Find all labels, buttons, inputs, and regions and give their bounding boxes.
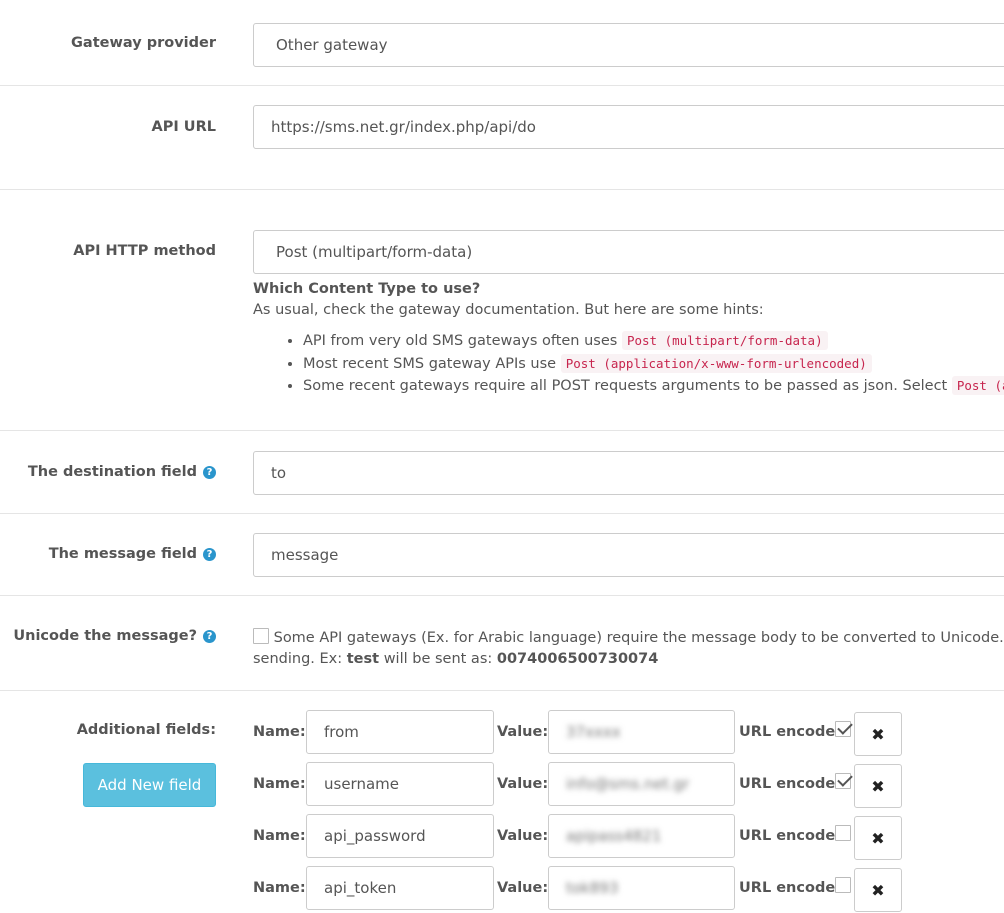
api-method-label: API HTTP method — [73, 243, 216, 259]
field-value-text: tok893 — [566, 879, 619, 897]
field-name-input[interactable]: from — [306, 710, 494, 754]
url-encode-checkbox[interactable] — [835, 825, 851, 841]
field-name-input[interactable]: username — [306, 762, 494, 806]
api-url-label: API URL — [151, 119, 216, 135]
gateway-provider-row: Gateway provider Other gateway — [0, 0, 1004, 86]
message-field-row: The message field ? message — [0, 514, 1004, 596]
url-encode-checkbox[interactable] — [835, 877, 851, 893]
hint-code: Post (appl — [951, 376, 1004, 395]
help-icon[interactable]: ? — [203, 547, 216, 561]
unicode-label: Unicode the message? ? — [13, 628, 216, 644]
close-icon: ✖ — [871, 880, 885, 900]
field-value-text: 37xxxx — [566, 723, 621, 741]
delete-field-button[interactable]: ✖ — [854, 712, 902, 756]
gateway-provider-label: Gateway provider — [71, 35, 216, 51]
value-label: Value: — [497, 724, 549, 740]
name-label: Name: — [253, 828, 306, 844]
value-label: Value: — [497, 880, 549, 896]
url-encode-label: URL encode: — [739, 880, 841, 896]
close-icon: ✖ — [871, 776, 885, 796]
message-field-input[interactable]: message — [253, 533, 1004, 577]
close-icon: ✖ — [871, 828, 885, 848]
field-value-text: apipass4821 — [566, 827, 662, 845]
content-type-hints: API from very old SMS gateways often use… — [285, 331, 1004, 401]
destination-field-input[interactable]: to — [253, 451, 1004, 495]
delete-field-button[interactable]: ✖ — [854, 764, 902, 808]
api-url-row: API URL https://sms.net.gr/index.php/api… — [0, 86, 1004, 190]
delete-field-button[interactable]: ✖ — [854, 816, 902, 860]
additional-field-row: Name: username Value: info@sms.net.gr URL en… — [253, 762, 1004, 808]
url-encode-checkbox[interactable] — [835, 721, 851, 737]
hint-item: API from very old SMS gateways often use… — [303, 331, 1004, 356]
unicode-description: Some API gateways (Ex. for Arabic langua… — [253, 628, 1004, 667]
help-icon[interactable]: ? — [203, 465, 216, 479]
field-value-input[interactable]: apipass4821 — [548, 814, 735, 858]
url-encode-label: URL encode: — [739, 828, 841, 844]
hint-item: Most recent SMS gateway APIs use Post (a… — [303, 353, 1004, 379]
hint-code: Post (application/x-www-form-urlencoded) — [560, 353, 872, 373]
gateway-provider-select[interactable]: Other gateway — [253, 23, 1004, 67]
api-method-select[interactable]: Post (multipart/form-data) — [253, 230, 1004, 274]
unicode-checkbox[interactable] — [253, 628, 269, 644]
field-value-text: info@sms.net.gr — [566, 775, 690, 793]
name-label: Name: — [253, 880, 306, 896]
value-label: Value: — [497, 828, 549, 844]
additional-field-row: Name: api_token Value: tok893 URL encode: ✖ — [253, 866, 1004, 912]
delete-field-button[interactable]: ✖ — [854, 868, 902, 912]
name-label: Name: — [253, 724, 306, 740]
field-name-input[interactable]: api_token — [306, 866, 494, 910]
additional-field-row: Name: from Value: 37xxxx URL encode: ✖ — [253, 710, 1004, 756]
url-encode-label: URL encode: — [739, 776, 841, 792]
message-field-label: The message field ? — [49, 546, 216, 562]
content-type-hint-text: As usual, check the gateway documentatio… — [253, 302, 764, 318]
hint-code: Post (multipart/form-data) — [621, 331, 828, 350]
field-value-input[interactable]: 37xxxx — [548, 710, 735, 754]
close-icon: ✖ — [871, 724, 885, 744]
help-icon[interactable]: ? — [203, 629, 216, 643]
destination-field-label: The destination field ? — [28, 464, 216, 480]
hint-item: Some recent gateways require all POST re… — [303, 376, 1004, 401]
name-label: Name: — [253, 776, 306, 792]
field-value-input[interactable]: info@sms.net.gr — [548, 762, 735, 806]
field-value-input[interactable]: tok893 — [548, 866, 735, 910]
content-type-hint-title: Which Content Type to use? — [253, 281, 481, 297]
url-encode-label: URL encode: — [739, 724, 841, 740]
field-name-input[interactable]: api_password — [306, 814, 494, 858]
value-label: Value: — [497, 776, 549, 792]
destination-field-row: The destination field ? to — [0, 431, 1004, 514]
additional-field-row: Name: api_password Value: apipass4821 URL en… — [253, 814, 1004, 860]
url-encode-checkbox[interactable] — [835, 773, 851, 789]
add-new-field-button[interactable]: Add New field — [83, 763, 216, 807]
additional-fields-label: Additional fields: — [76, 722, 216, 738]
api-url-input[interactable]: https://sms.net.gr/index.php/api/do — [253, 105, 1004, 149]
